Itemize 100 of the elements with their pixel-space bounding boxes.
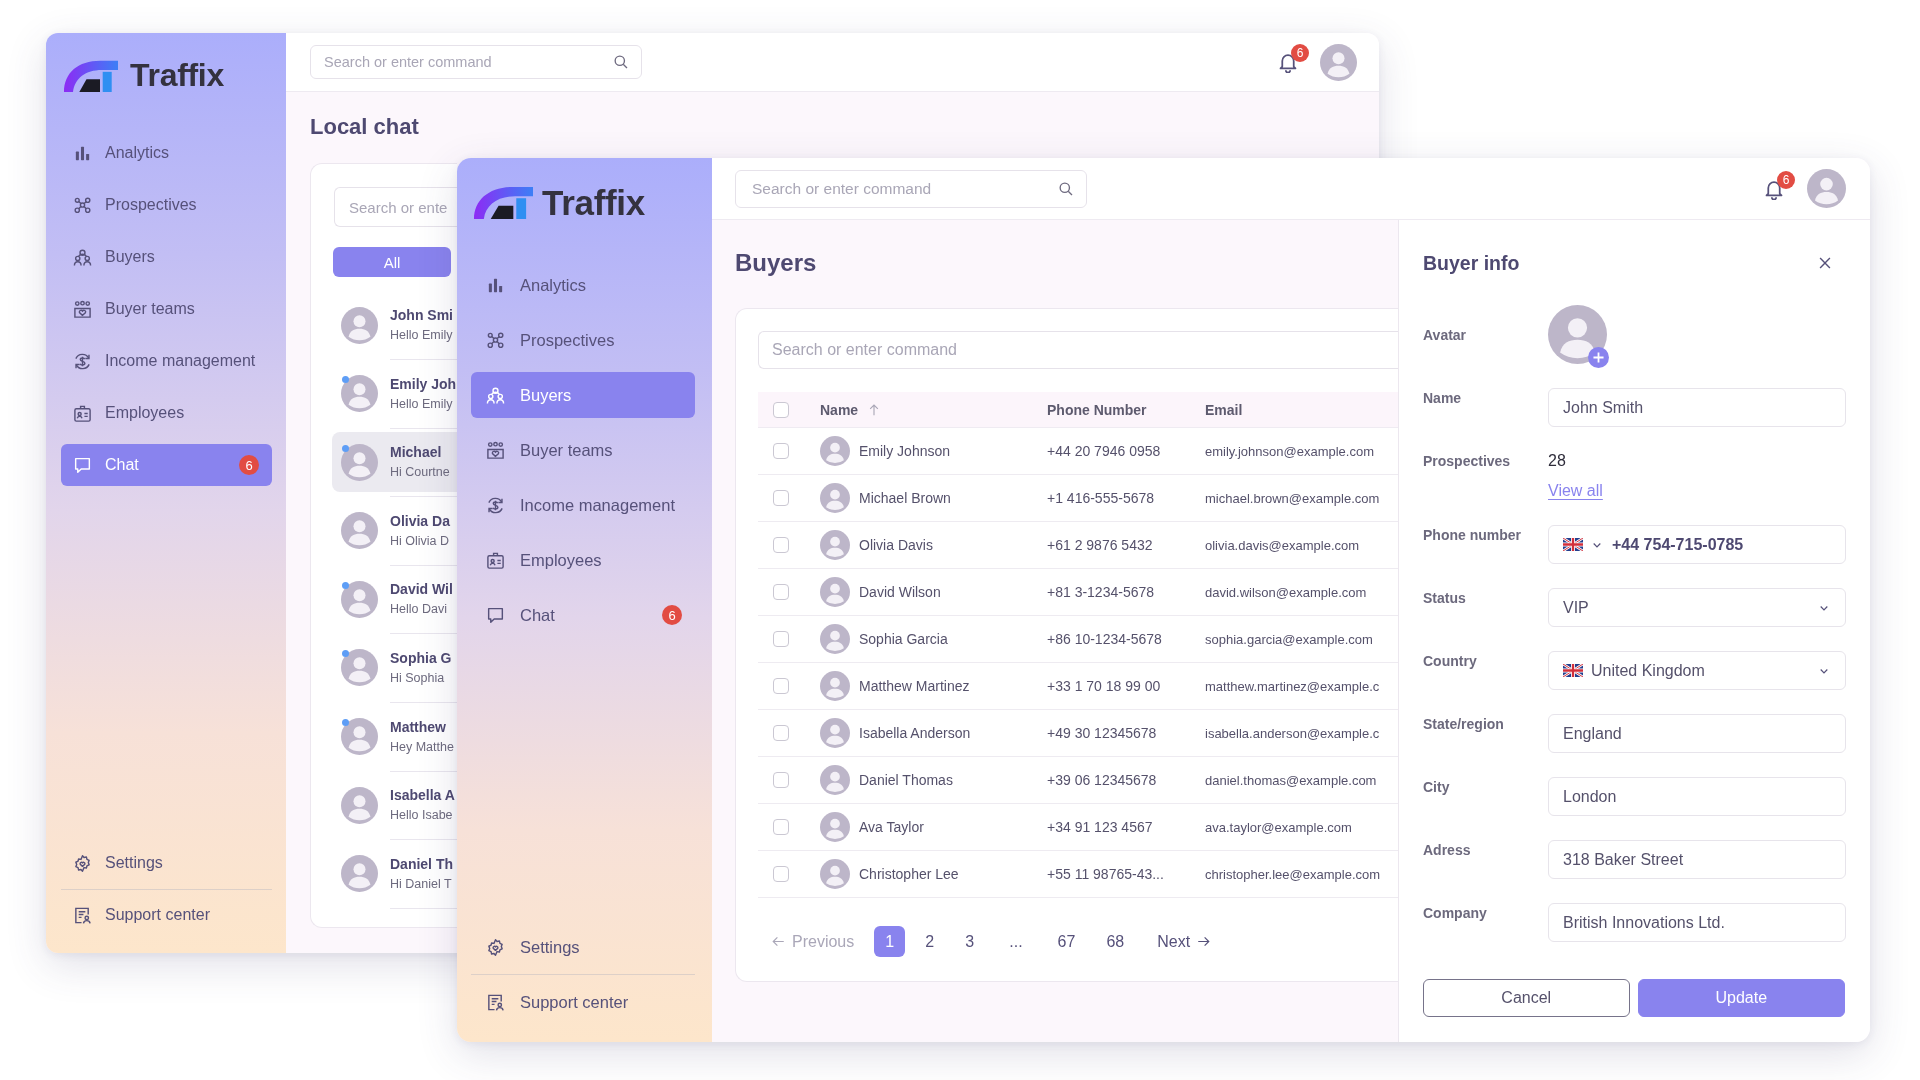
update-button[interactable]: Update <box>1637 979 1845 1017</box>
panel-title: Buyer info <box>1423 251 1520 275</box>
phone-number: +34 91 123 4567 <box>1047 819 1153 835</box>
column-header[interactable]: Email <box>1205 401 1243 418</box>
close-icon[interactable] <box>1818 256 1832 270</box>
filter-tab[interactable]: All <box>333 247 451 277</box>
nav-item[interactable]: Support center <box>61 894 272 936</box>
next-page-button[interactable]: Next <box>1157 932 1212 951</box>
page-button[interactable]: 67 <box>1046 926 1087 957</box>
column-header[interactable]: Name <box>820 401 859 418</box>
text-field[interactable]: British Innovations Ltd. <box>1548 903 1846 942</box>
buyer-name: Emily Johnson <box>859 443 951 459</box>
nav-item[interactable]: Buyers <box>471 372 695 418</box>
row-checkbox[interactable] <box>773 631 789 647</box>
phone-field[interactable]: +44 754-715-0785 <box>1548 525 1846 564</box>
field-label: City <box>1423 778 1450 797</box>
nav-item[interactable]: Buyers <box>61 236 272 278</box>
conversation-item[interactable]: Emily Joh Hello Emily <box>332 363 457 424</box>
message-preview: Hello Isabe <box>390 808 453 824</box>
user-avatar <box>820 577 850 607</box>
page-ellipsis: ... <box>1008 931 1024 952</box>
select-all-checkbox[interactable] <box>773 401 789 418</box>
email-address: daniel.thomas@example.com <box>1205 773 1377 788</box>
nav-item[interactable]: Chat 6 <box>471 592 695 638</box>
nav-item[interactable]: Employees <box>471 537 695 583</box>
view-all-link[interactable]: View all <box>1548 481 1603 501</box>
nav-item[interactable]: Settings <box>61 842 272 884</box>
page-button[interactable]: 3 <box>954 926 986 957</box>
count-badge: 6 <box>662 605 682 625</box>
nav-item[interactable]: Buyer teams <box>471 427 695 473</box>
page-button[interactable]: 1 <box>874 926 906 957</box>
conversation-item[interactable]: John Smi Hello Emily <box>332 295 457 355</box>
row-checkbox[interactable] <box>773 772 789 788</box>
nav-item[interactable]: Prospectives <box>61 184 272 226</box>
row-checkbox[interactable] <box>773 584 789 600</box>
nav-item[interactable]: Support center <box>471 979 695 1025</box>
user-avatar[interactable] <box>1807 169 1846 208</box>
nodes-icon <box>486 330 505 350</box>
nav-item[interactable]: Analytics <box>61 132 272 174</box>
row-checkbox[interactable] <box>773 490 789 506</box>
plus-icon[interactable] <box>1588 347 1609 368</box>
row-checkbox[interactable] <box>773 819 789 835</box>
contact-name: Olivia Da <box>390 512 450 530</box>
page-button[interactable]: 2 <box>914 926 946 957</box>
phone-number: +39 06 12345678 <box>1047 772 1157 788</box>
text-field[interactable]: 318 Baker Street <box>1548 840 1846 879</box>
dollar-cycle-icon <box>486 495 505 515</box>
cancel-button[interactable]: Cancel <box>1423 979 1630 1017</box>
bell-icon[interactable] <box>1277 51 1299 73</box>
email-address: emily.johnson@example.com <box>1205 444 1375 459</box>
text-field[interactable]: England <box>1548 714 1846 753</box>
row-checkbox[interactable] <box>773 725 789 741</box>
conversation-item[interactable]: Daniel Th Hi Daniel T <box>332 843 457 904</box>
nav-item[interactable]: Analytics <box>471 262 695 308</box>
group-icon <box>73 299 92 319</box>
app-logo-text: Traffix <box>542 184 645 220</box>
email-address: david.wilson@example.com <box>1205 585 1367 600</box>
message-preview: Hi Courtne <box>390 465 450 481</box>
buyer-name: Sophia Garcia <box>859 631 948 647</box>
row-checkbox[interactable] <box>773 866 789 882</box>
user-avatar <box>341 375 378 413</box>
field-label: Avatar <box>1423 325 1467 345</box>
row-checkbox[interactable] <box>773 678 789 694</box>
country-dropdown[interactable]: United Kingdom <box>1548 651 1846 690</box>
conversation-item[interactable]: Sophia G Hi Sophia <box>332 637 457 698</box>
nav-item[interactable]: Income management <box>61 340 272 382</box>
buyer-name: Michael Brown <box>859 490 951 506</box>
email-address: olivia.davis@example.com <box>1205 538 1360 553</box>
user-avatar <box>341 718 378 756</box>
email-address: michael.brown@example.com <box>1205 491 1380 506</box>
message-preview: Hi Olivia D <box>390 533 450 549</box>
conversation-item[interactable]: Matthew Hey Matthe <box>332 706 457 767</box>
message-preview: Hello Davi <box>390 602 447 618</box>
logo-icon <box>474 185 533 219</box>
conversation-item[interactable]: David Wil Hello Davi <box>332 569 457 630</box>
user-avatar[interactable] <box>1320 43 1357 81</box>
nav-item[interactable]: Income management <box>471 482 695 528</box>
buyer-name: David Wilson <box>859 584 941 600</box>
settings-icon <box>486 937 505 957</box>
conversation-item[interactable]: Michael Hi Courtne <box>332 432 457 493</box>
field-label: Adress <box>1423 841 1471 860</box>
conversation-item[interactable]: Isabella A Hello Isabe <box>332 775 457 836</box>
conversation-item[interactable]: Olivia Da Hi Olivia D <box>332 500 457 561</box>
id-badge-icon <box>73 403 92 423</box>
nav-item[interactable]: Settings <box>471 924 695 970</box>
row-checkbox[interactable] <box>773 443 789 459</box>
user-avatar <box>341 443 378 481</box>
nav-item[interactable]: Employees <box>61 392 272 434</box>
nav-item[interactable]: Chat 6 <box>61 444 272 486</box>
status-dropdown[interactable]: VIP <box>1548 588 1846 627</box>
row-checkbox[interactable] <box>773 537 789 553</box>
document-icon <box>486 992 505 1012</box>
nav-item[interactable]: Prospectives <box>471 317 695 363</box>
field-label: Country <box>1423 652 1477 671</box>
nav-item[interactable]: Buyer teams <box>61 288 272 330</box>
user-avatar <box>820 859 850 889</box>
column-header[interactable]: Phone Number <box>1047 401 1147 418</box>
text-field[interactable]: London <box>1548 777 1846 816</box>
text-field[interactable]: John Smith <box>1548 388 1846 427</box>
page-button[interactable]: 68 <box>1095 926 1136 957</box>
